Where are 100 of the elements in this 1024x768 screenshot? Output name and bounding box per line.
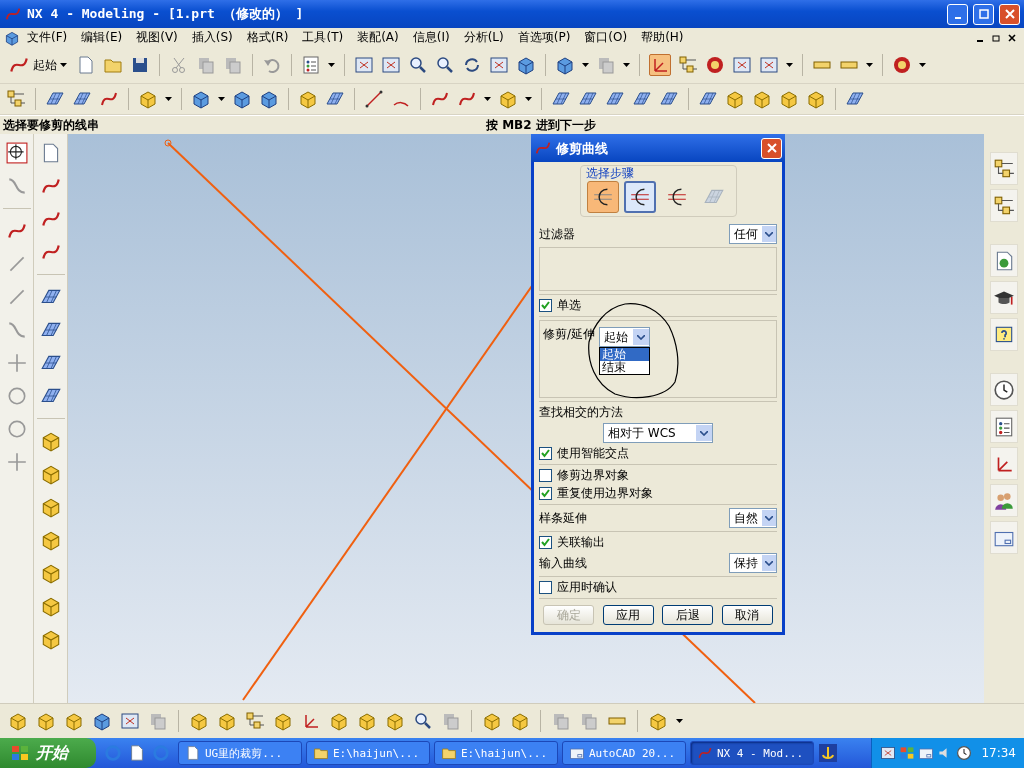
dialog-button[interactable]: 后退	[662, 605, 714, 625]
taskbar-button[interactable]: NX 4 - Mod...	[690, 741, 814, 765]
cube-icon[interactable]	[482, 711, 502, 731]
cube-icon[interactable]	[779, 89, 799, 109]
frame-icon[interactable]	[354, 55, 374, 75]
resource-tab[interactable]	[990, 447, 1018, 480]
list-icon[interactable]	[993, 415, 1015, 438]
cube-icon[interactable]	[217, 711, 237, 731]
cube-icon[interactable]	[752, 89, 772, 109]
menu-item[interactable]: 帮助(H)	[634, 29, 691, 46]
caret-icon[interactable]	[582, 63, 589, 67]
cube-icon[interactable]	[648, 711, 668, 731]
frame-icon[interactable]	[489, 55, 509, 75]
menu-item[interactable]: 插入(S)	[184, 29, 240, 46]
caret-icon[interactable]	[623, 63, 630, 67]
cube-icon[interactable]	[725, 89, 745, 109]
menu-item[interactable]: 信息(I)	[405, 29, 457, 46]
dropdown[interactable]: 自然	[729, 508, 777, 528]
page-icon[interactable]	[128, 744, 146, 762]
resource-tab[interactable]	[990, 373, 1018, 406]
cube-icon[interactable]	[36, 711, 56, 731]
line-icon[interactable]	[364, 89, 384, 109]
cube-icon[interactable]	[189, 711, 209, 731]
dropdown-option[interactable]: 结束	[600, 361, 650, 374]
resource-tab[interactable]	[990, 189, 1018, 222]
taskbar-button[interactable]: E:\haijun\...	[434, 741, 558, 765]
tree-icon[interactable]	[6, 89, 26, 109]
frame-icon[interactable]	[381, 55, 401, 75]
cube-icon[interactable]	[555, 55, 575, 75]
cube-icon[interactable]	[273, 711, 293, 731]
dialog-button[interactable]: 应用	[602, 605, 654, 625]
resource-tab[interactable]	[990, 281, 1018, 314]
caret-icon[interactable]	[866, 63, 873, 67]
taskbar-button[interactable]: UG里的裁剪...	[178, 741, 302, 765]
cube-icon[interactable]	[298, 89, 318, 109]
resource-tab[interactable]	[990, 410, 1018, 443]
frame-icon[interactable]	[759, 55, 779, 75]
clock-icon[interactable]	[956, 745, 973, 761]
anchor-icon[interactable]	[818, 743, 838, 763]
taskbar-button[interactable]: E:\haijun\...	[306, 741, 430, 765]
zoom-icon[interactable]	[408, 55, 428, 75]
menu-item[interactable]: 工具(T)	[295, 29, 351, 46]
resource-tab[interactable]	[990, 484, 1018, 517]
start-menu-button[interactable]: 起始	[6, 52, 69, 78]
checkbox[interactable]	[539, 469, 552, 482]
dropdown[interactable]: 保持	[729, 553, 777, 573]
cube-icon[interactable]	[510, 711, 530, 731]
dropdown[interactable]: 起始	[599, 327, 651, 347]
cube-icon[interactable]	[516, 55, 536, 75]
cube-icon[interactable]	[191, 89, 211, 109]
dialog-button[interactable]: 取消	[721, 605, 773, 625]
cube-icon[interactable]	[8, 711, 28, 731]
clock-icon[interactable]	[993, 378, 1015, 401]
cube-icon[interactable]	[357, 711, 377, 731]
cube-icon[interactable]	[92, 711, 112, 731]
windows-flag-icon[interactable]	[899, 745, 916, 761]
cube-icon[interactable]	[138, 89, 158, 109]
tree-icon[interactable]	[678, 55, 698, 75]
rotate-icon[interactable]	[462, 55, 482, 75]
cube-icon[interactable]	[64, 711, 84, 731]
tree-icon[interactable]	[993, 194, 1015, 217]
caret-icon[interactable]	[786, 63, 793, 67]
tree-icon[interactable]	[993, 157, 1015, 180]
menu-item[interactable]: 文件(F)	[20, 29, 75, 46]
caret-icon[interactable]	[919, 63, 926, 67]
taskbar-button[interactable]: AutoCAD 20...	[562, 741, 686, 765]
list-icon[interactable]	[301, 55, 321, 75]
wheel-icon[interactable]	[705, 55, 725, 75]
zoom-icon[interactable]	[413, 711, 433, 731]
resource-tab[interactable]	[990, 318, 1018, 351]
checkbox[interactable]	[539, 581, 552, 594]
zoom-icon[interactable]	[435, 55, 455, 75]
cube-icon[interactable]	[329, 711, 349, 731]
dropdown[interactable]: 任何	[729, 224, 777, 244]
frame-icon[interactable]	[880, 745, 897, 761]
menu-item[interactable]: 编辑(E)	[74, 29, 130, 46]
tree-icon[interactable]	[245, 711, 265, 731]
target-icon[interactable]	[5, 142, 28, 164]
cube-icon[interactable]	[232, 89, 252, 109]
caret-icon[interactable]	[525, 97, 532, 101]
cube-icon[interactable]	[259, 89, 279, 109]
dropdown[interactable]: 相对于 WCS	[603, 423, 713, 443]
menu-item[interactable]: 装配(A)	[350, 29, 406, 46]
cube-icon[interactable]	[806, 89, 826, 109]
cube-icon[interactable]	[498, 89, 518, 109]
resource-tab[interactable]	[990, 152, 1018, 185]
menu-item[interactable]: 格式(R)	[239, 29, 296, 46]
wheel-icon[interactable]	[892, 55, 912, 75]
windows-flag-icon[interactable]	[10, 743, 30, 763]
caret-icon[interactable]	[676, 719, 683, 723]
start-button[interactable]: 开始	[0, 738, 96, 768]
menu-item[interactable]: 窗口(O)	[577, 29, 635, 46]
caret-icon[interactable]	[165, 97, 172, 101]
frame-icon[interactable]	[732, 55, 752, 75]
caret-icon[interactable]	[218, 97, 225, 101]
caret-icon[interactable]	[328, 63, 335, 67]
window-icon[interactable]	[918, 745, 935, 761]
frame-icon[interactable]	[120, 711, 140, 731]
menu-item[interactable]: 首选项(P)	[510, 29, 578, 46]
axes-icon[interactable]	[649, 54, 671, 76]
